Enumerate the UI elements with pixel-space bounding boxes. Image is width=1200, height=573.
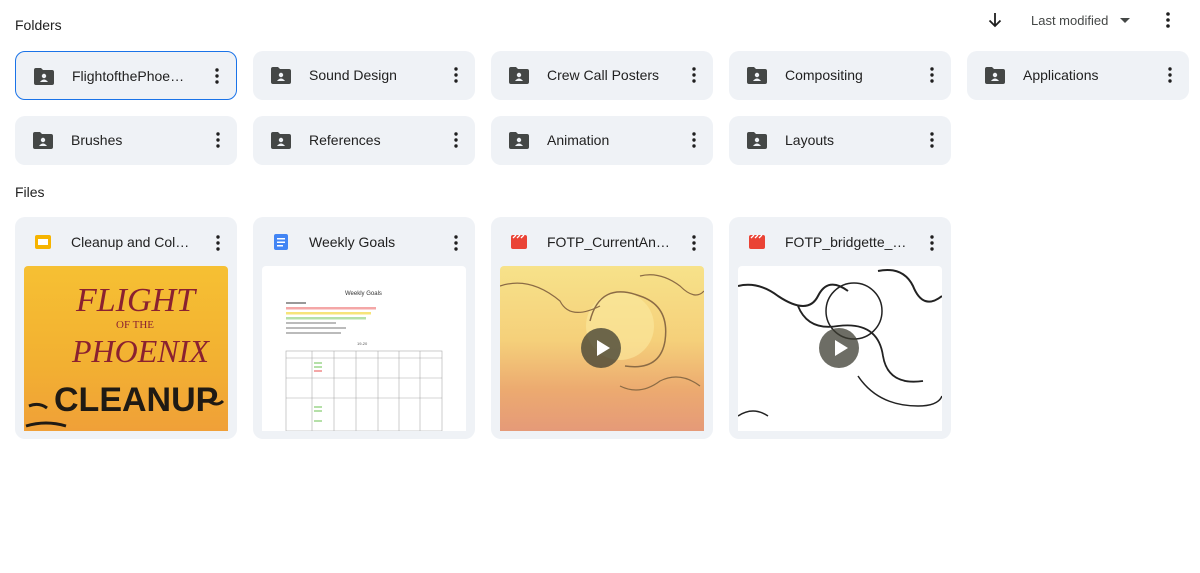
file-name: FOTP_CurrentAn… — [547, 234, 669, 250]
more-vert-icon[interactable] — [453, 234, 459, 252]
folder-tile[interactable]: Compositing — [729, 51, 951, 100]
video-thumbnail[interactable] — [500, 266, 704, 431]
folder-tile[interactable]: Layouts — [729, 116, 951, 165]
folder-name: Compositing — [785, 67, 863, 83]
file-card[interactable]: Cleanup and Col… FLIGHT OF THE PHOENIX C… — [15, 217, 237, 439]
poster-art: FLIGHT OF THE PHOENIX CLEANUP — [25, 282, 225, 428]
folder-name: Animation — [547, 132, 610, 148]
folders-heading: Folders — [15, 17, 62, 33]
doc-preview: Weekly Goals 19-20 — [285, 291, 443, 431]
folder-tile[interactable]: Brushes — [15, 116, 237, 165]
more-vert-icon[interactable] — [453, 66, 459, 84]
more-vert-icon[interactable] — [929, 234, 935, 252]
folder-tile[interactable]: FlightofthePhoe… — [15, 51, 237, 100]
more-vert-icon[interactable] — [691, 66, 697, 84]
more-vert-icon[interactable] — [214, 67, 220, 85]
more-vert-icon[interactable] — [215, 234, 221, 252]
svg-text:19-20: 19-20 — [357, 341, 368, 346]
folder-name: Applications — [1023, 67, 1099, 83]
folder-tile[interactable]: Applications — [967, 51, 1189, 100]
folder-tile[interactable]: Animation — [491, 116, 713, 165]
poster-title-line3: PHOENIX — [71, 333, 210, 369]
poster-title-line2: OF THE — [116, 319, 154, 331]
sort-label: Last modified — [1031, 13, 1109, 28]
file-name: FOTP_bridgette_… — [785, 234, 907, 250]
shared-folder-icon — [271, 132, 291, 149]
files-heading: Files — [15, 184, 45, 200]
more-vert-icon[interactable] — [1160, 11, 1176, 29]
more-vert-icon[interactable] — [691, 131, 697, 149]
folder-name: Brushes — [71, 132, 123, 148]
folder-name: Layouts — [785, 132, 835, 148]
play-button-icon[interactable] — [819, 328, 859, 368]
shared-folder-icon — [271, 67, 291, 84]
more-vert-icon[interactable] — [215, 131, 221, 149]
doc-preview-heading: Weekly Goals — [345, 291, 382, 297]
more-vert-icon[interactable] — [691, 234, 697, 252]
slides-thumbnail[interactable]: FLIGHT OF THE PHOENIX CLEANUP — [24, 266, 228, 431]
shared-folder-icon — [509, 67, 529, 84]
file-card[interactable]: FOTP_CurrentAn… — [491, 217, 713, 439]
doc-thumbnail[interactable]: Weekly Goals 19-20 — [262, 266, 466, 431]
more-vert-icon[interactable] — [453, 131, 459, 149]
video-icon — [749, 234, 765, 249]
sort-menu-button[interactable]: Last modified — [1031, 13, 1131, 28]
shared-folder-icon — [33, 132, 53, 149]
folder-tile[interactable]: Sound Design — [253, 51, 475, 100]
more-vert-icon[interactable] — [929, 66, 935, 84]
file-name: Cleanup and Col… — [71, 234, 190, 250]
shared-folder-icon — [34, 68, 54, 85]
folder-name: Sound Design — [309, 67, 397, 83]
folder-name: Crew Call Posters — [547, 67, 660, 83]
shared-folder-icon — [747, 67, 767, 84]
poster-title-line4: CLEANUP — [54, 381, 218, 419]
more-vert-icon[interactable] — [929, 131, 935, 149]
folder-tile[interactable]: References — [253, 116, 475, 165]
folder-tile[interactable]: Crew Call Posters — [491, 51, 713, 100]
shared-folder-icon — [747, 132, 767, 149]
poster-title-line1: FLIGHT — [75, 282, 197, 319]
more-vert-icon[interactable] — [1167, 66, 1173, 84]
docs-icon — [274, 234, 288, 250]
slides-icon — [35, 235, 51, 249]
folder-name: References — [309, 132, 381, 148]
file-name: Weekly Goals — [309, 234, 396, 250]
video-icon — [511, 234, 527, 249]
sort-direction-arrow-down-icon[interactable] — [986, 11, 1004, 29]
play-button-icon[interactable] — [581, 328, 621, 368]
shared-folder-icon — [985, 67, 1005, 84]
file-card[interactable]: FOTP_bridgette_… — [729, 217, 951, 439]
video-thumbnail[interactable] — [738, 266, 942, 431]
shared-folder-icon — [509, 132, 529, 149]
folder-name: FlightofthePhoe… — [72, 68, 185, 84]
file-card[interactable]: Weekly Goals Weekly Goals 19-20 — [253, 217, 475, 439]
caret-down-icon — [1120, 18, 1131, 23]
